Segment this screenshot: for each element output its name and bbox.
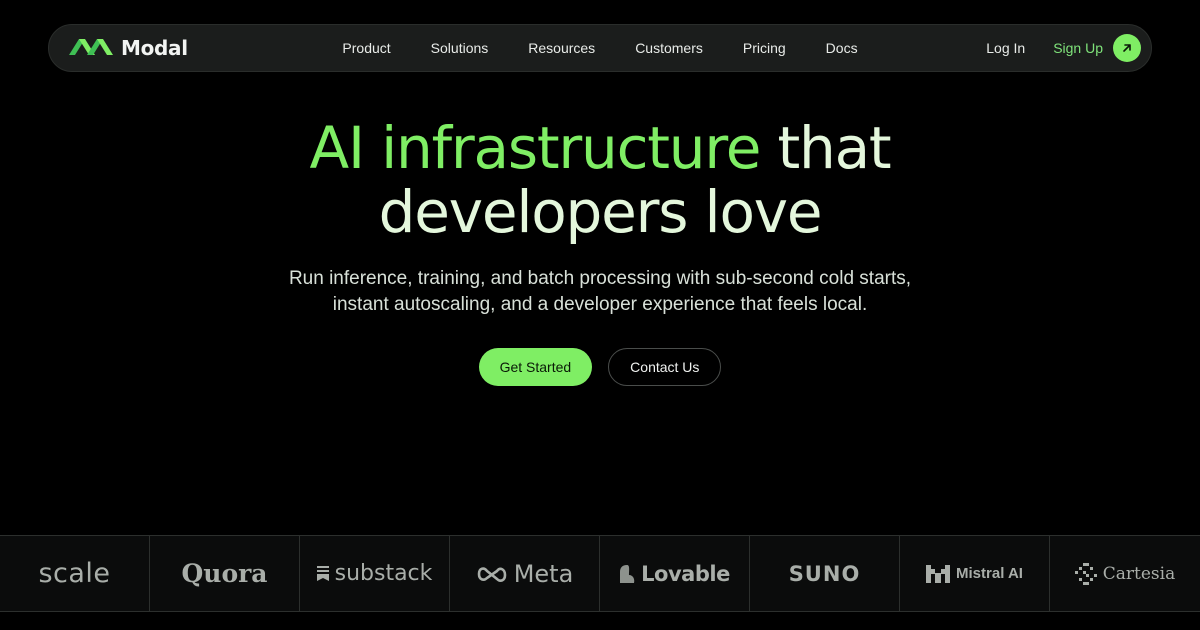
hero-title-line2: developers love bbox=[378, 178, 823, 246]
meta-infinity-icon bbox=[477, 566, 507, 582]
customer-logo-cartesia: Cartesia bbox=[1050, 536, 1200, 611]
hero-title-accent: AI infrastructure bbox=[309, 114, 762, 182]
customer-logo-strip: scale Quora substack Meta Lovable SUNO M… bbox=[0, 535, 1200, 612]
top-navbar: Modal Product Solutions Resources Custom… bbox=[48, 24, 1152, 72]
customer-logo-substack: substack bbox=[300, 536, 450, 611]
nav-link-customers[interactable]: Customers bbox=[635, 40, 703, 56]
cartesia-icon bbox=[1074, 562, 1097, 585]
customer-logo-mistral: Mistral AI bbox=[900, 536, 1050, 611]
nav-link-resources[interactable]: Resources bbox=[528, 40, 595, 56]
logo-text: Lovable bbox=[641, 561, 730, 586]
logo-text: Meta bbox=[513, 559, 574, 588]
logo-text: substack bbox=[334, 561, 433, 586]
nav-link-solutions[interactable]: Solutions bbox=[431, 40, 489, 56]
nav-link-pricing[interactable]: Pricing bbox=[743, 40, 786, 56]
logo-text: Quora bbox=[181, 559, 268, 588]
modal-logo-icon bbox=[69, 39, 113, 55]
arrow-up-right-icon bbox=[1123, 44, 1131, 52]
customer-logo-quora: Quora bbox=[150, 536, 300, 611]
nav-link-docs[interactable]: Docs bbox=[826, 40, 858, 56]
logo-text: Cartesia bbox=[1102, 563, 1176, 584]
hero-title-rest: that bbox=[777, 114, 891, 182]
get-started-button[interactable]: Get Started bbox=[478, 348, 593, 386]
brand-name: Modal bbox=[121, 36, 188, 60]
hero-subtitle: Run inference, training, and batch proce… bbox=[288, 268, 912, 315]
logo-text: SUNO bbox=[788, 561, 861, 586]
signup-arrow-button[interactable] bbox=[1113, 34, 1141, 62]
signup-link[interactable]: Sign Up bbox=[1053, 40, 1103, 56]
nav-auth: Log In Sign Up bbox=[986, 25, 1141, 71]
customer-logo-meta: Meta bbox=[450, 536, 600, 611]
substack-icon bbox=[316, 566, 329, 581]
logo-text: scale bbox=[38, 558, 111, 589]
login-link[interactable]: Log In bbox=[986, 40, 1025, 56]
nav-link-product[interactable]: Product bbox=[342, 40, 390, 56]
brand-logo-link[interactable]: Modal bbox=[69, 25, 188, 71]
hero-section: AI infrastructure that developers love R… bbox=[0, 116, 1200, 386]
contact-us-button[interactable]: Contact Us bbox=[608, 348, 722, 386]
customer-logo-scale: scale bbox=[0, 536, 150, 611]
cta-row: Get Started Contact Us bbox=[0, 348, 1200, 386]
customer-logo-lovable: Lovable bbox=[600, 536, 750, 611]
mistral-icon bbox=[926, 564, 951, 583]
lovable-heart-icon bbox=[620, 564, 635, 583]
hero-title: AI infrastructure that developers love bbox=[0, 116, 1200, 244]
logo-text: Mistral AI bbox=[956, 565, 1023, 582]
customer-logo-suno: SUNO bbox=[750, 536, 900, 611]
